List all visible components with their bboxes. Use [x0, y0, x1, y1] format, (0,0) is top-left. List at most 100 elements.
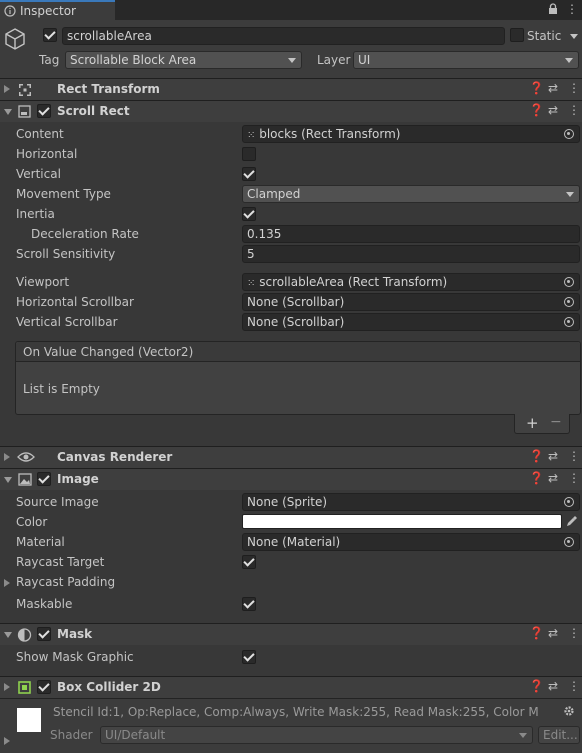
scroll-sensitivity-input[interactable]: 5 — [242, 245, 580, 263]
inertia-checkbox[interactable] — [242, 207, 256, 221]
component-title: Box Collider 2D — [57, 680, 161, 694]
deceleration-rate-input[interactable]: 0.135 — [242, 225, 580, 243]
material-preview-swatch — [17, 708, 41, 732]
presets-icon[interactable]: ⇄ — [548, 449, 558, 463]
mask-icon — [17, 628, 32, 642]
context-menu-icon[interactable]: ⋮ — [568, 449, 580, 463]
event-header: On Value Changed (Vector2) — [16, 342, 580, 362]
help-icon[interactable]: ❓ — [529, 679, 544, 693]
vertical-checkbox[interactable] — [242, 167, 256, 181]
object-picker-icon[interactable] — [564, 537, 574, 547]
remove-event-button[interactable]: − — [550, 414, 562, 430]
active-checkbox[interactable] — [43, 28, 57, 42]
scroll-rect-icon — [18, 105, 31, 118]
static-dropdown-arrow[interactable] — [570, 34, 578, 39]
tab-label: Inspector — [20, 4, 76, 18]
material-field[interactable]: None (Material) — [242, 533, 580, 551]
movement-type-dropdown[interactable]: Clamped — [242, 185, 580, 203]
shader-edit-button[interactable]: Edit... — [538, 726, 580, 744]
object-picker-icon[interactable] — [564, 129, 574, 139]
source-image-value: None (Sprite) — [247, 495, 328, 509]
context-menu-icon[interactable]: ⋮ — [568, 679, 580, 693]
presets-icon[interactable]: ⇄ — [548, 103, 558, 117]
vertical-scrollbar-field[interactable]: None (Scrollbar) — [242, 313, 580, 331]
context-menu-icon[interactable]: ⋮ — [568, 103, 580, 117]
foldout-arrow-icon[interactable] — [4, 85, 10, 93]
tab-menu-icon[interactable]: ⋮ — [566, 2, 578, 16]
component-title: Rect Transform — [57, 82, 160, 96]
component-header-rect-transform[interactable]: Rect Transform ❓ ⇄ ⋮ — [0, 78, 582, 100]
component-enabled-checkbox[interactable] — [37, 472, 51, 486]
info-icon — [4, 5, 16, 17]
viewport-label: Viewport — [16, 275, 70, 289]
component-enabled-checkbox[interactable] — [37, 680, 51, 694]
image-icon — [18, 473, 32, 486]
horizontal-checkbox[interactable] — [242, 147, 256, 161]
layer-value: UI — [358, 53, 371, 67]
viewport-value: scrollableArea (Rect Transform) — [259, 275, 448, 289]
help-icon[interactable]: ❓ — [529, 81, 544, 95]
deceleration-rate-label: Deceleration Rate — [31, 227, 139, 241]
event-title: On Value Changed (Vector2) — [23, 345, 194, 359]
object-picker-icon[interactable] — [564, 497, 574, 507]
raycast-padding-label[interactable]: Raycast Padding — [16, 575, 115, 589]
content-value: blocks (Rect Transform) — [259, 127, 401, 141]
presets-icon[interactable]: ⇄ — [548, 81, 558, 95]
foldout-arrow-icon[interactable] — [4, 477, 12, 483]
component-header-image[interactable]: Image ❓ ⇄ ⋮ — [0, 468, 582, 490]
component-header-mask[interactable]: Mask ❓ ⇄ ⋮ — [0, 623, 582, 645]
presets-icon[interactable]: ⇄ — [548, 626, 558, 640]
show-mask-graphic-label: Show Mask Graphic — [16, 650, 134, 664]
object-picker-icon[interactable] — [564, 297, 574, 307]
material-foldout-icon[interactable] — [4, 737, 10, 745]
component-enabled-checkbox[interactable] — [37, 104, 51, 118]
context-menu-icon[interactable]: ⋮ — [568, 81, 580, 95]
vertical-scrollbar-label: Vertical Scrollbar — [16, 315, 118, 329]
foldout-arrow-icon[interactable] — [4, 109, 12, 115]
material-value: None (Material) — [247, 535, 341, 549]
raycast-target-checkbox[interactable] — [242, 555, 256, 569]
eyedropper-icon[interactable] — [566, 515, 578, 527]
help-icon[interactable]: ❓ — [529, 449, 544, 463]
foldout-arrow-icon[interactable] — [4, 632, 12, 638]
static-checkbox[interactable] — [510, 28, 524, 42]
foldout-arrow-icon[interactable] — [4, 683, 10, 691]
maskable-checkbox[interactable] — [242, 597, 256, 611]
lock-icon[interactable] — [548, 3, 558, 15]
component-header-canvas-renderer[interactable]: Canvas Renderer ❓ ⇄ ⋮ — [0, 446, 582, 468]
tag-dropdown[interactable]: Scrollable Block Area — [65, 51, 302, 69]
box-collider-icon — [18, 681, 31, 694]
object-picker-icon[interactable] — [564, 317, 574, 327]
raycast-padding-foldout-icon[interactable] — [4, 579, 10, 587]
presets-icon[interactable]: ⇄ — [548, 679, 558, 693]
add-event-button[interactable]: + — [526, 414, 539, 432]
help-icon[interactable]: ❓ — [529, 103, 544, 117]
layer-dropdown[interactable]: UI — [353, 51, 579, 69]
material-info-text: Stencil Id:1, Op:Replace, Comp:Always, W… — [53, 705, 539, 719]
component-title: Image — [57, 472, 99, 486]
help-icon[interactable]: ❓ — [529, 471, 544, 485]
help-icon[interactable]: ❓ — [529, 626, 544, 640]
component-header-box-collider-2d[interactable]: Box Collider 2D ❓ ⇄ ⋮ — [0, 676, 582, 698]
color-swatch[interactable] — [242, 514, 562, 529]
component-enabled-checkbox[interactable] — [37, 627, 51, 641]
shader-dropdown[interactable]: UI/Default — [100, 726, 533, 744]
object-picker-icon[interactable] — [564, 277, 574, 287]
shader-value: UI/Default — [105, 728, 166, 742]
tag-value: Scrollable Block Area — [70, 53, 197, 67]
tab-inspector[interactable]: Inspector — [0, 0, 115, 20]
content-object-field[interactable]: ⁙ blocks (Rect Transform) — [242, 125, 580, 143]
context-menu-icon[interactable]: ⋮ — [568, 471, 580, 485]
show-mask-graphic-checkbox[interactable] — [242, 650, 256, 664]
source-image-field[interactable]: None (Sprite) — [242, 493, 580, 511]
presets-icon[interactable]: ⇄ — [548, 471, 558, 485]
event-buttons: + − — [514, 414, 570, 434]
foldout-arrow-icon[interactable] — [4, 453, 10, 461]
settings-gear-icon[interactable] — [563, 705, 575, 717]
object-name-input[interactable]: scrollableArea — [62, 27, 505, 45]
component-header-scroll-rect[interactable]: Scroll Rect ❓ ⇄ ⋮ — [0, 100, 582, 122]
viewport-object-field[interactable]: ⁙ scrollableArea (Rect Transform) — [242, 273, 580, 291]
tag-label: Tag — [39, 53, 60, 67]
context-menu-icon[interactable]: ⋮ — [568, 626, 580, 640]
horizontal-scrollbar-field[interactable]: None (Scrollbar) — [242, 293, 580, 311]
